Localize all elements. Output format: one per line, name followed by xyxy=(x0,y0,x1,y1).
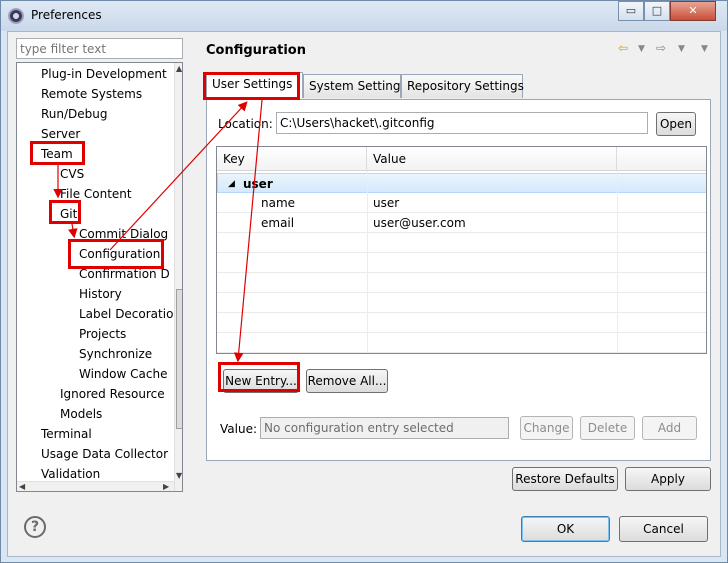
arrow-git-to-configuration xyxy=(68,223,78,239)
annotation-arrows xyxy=(53,99,263,363)
arrow-configuration-to-user-settings xyxy=(109,101,248,251)
arrow-user-settings-to-new-entry xyxy=(233,99,263,363)
